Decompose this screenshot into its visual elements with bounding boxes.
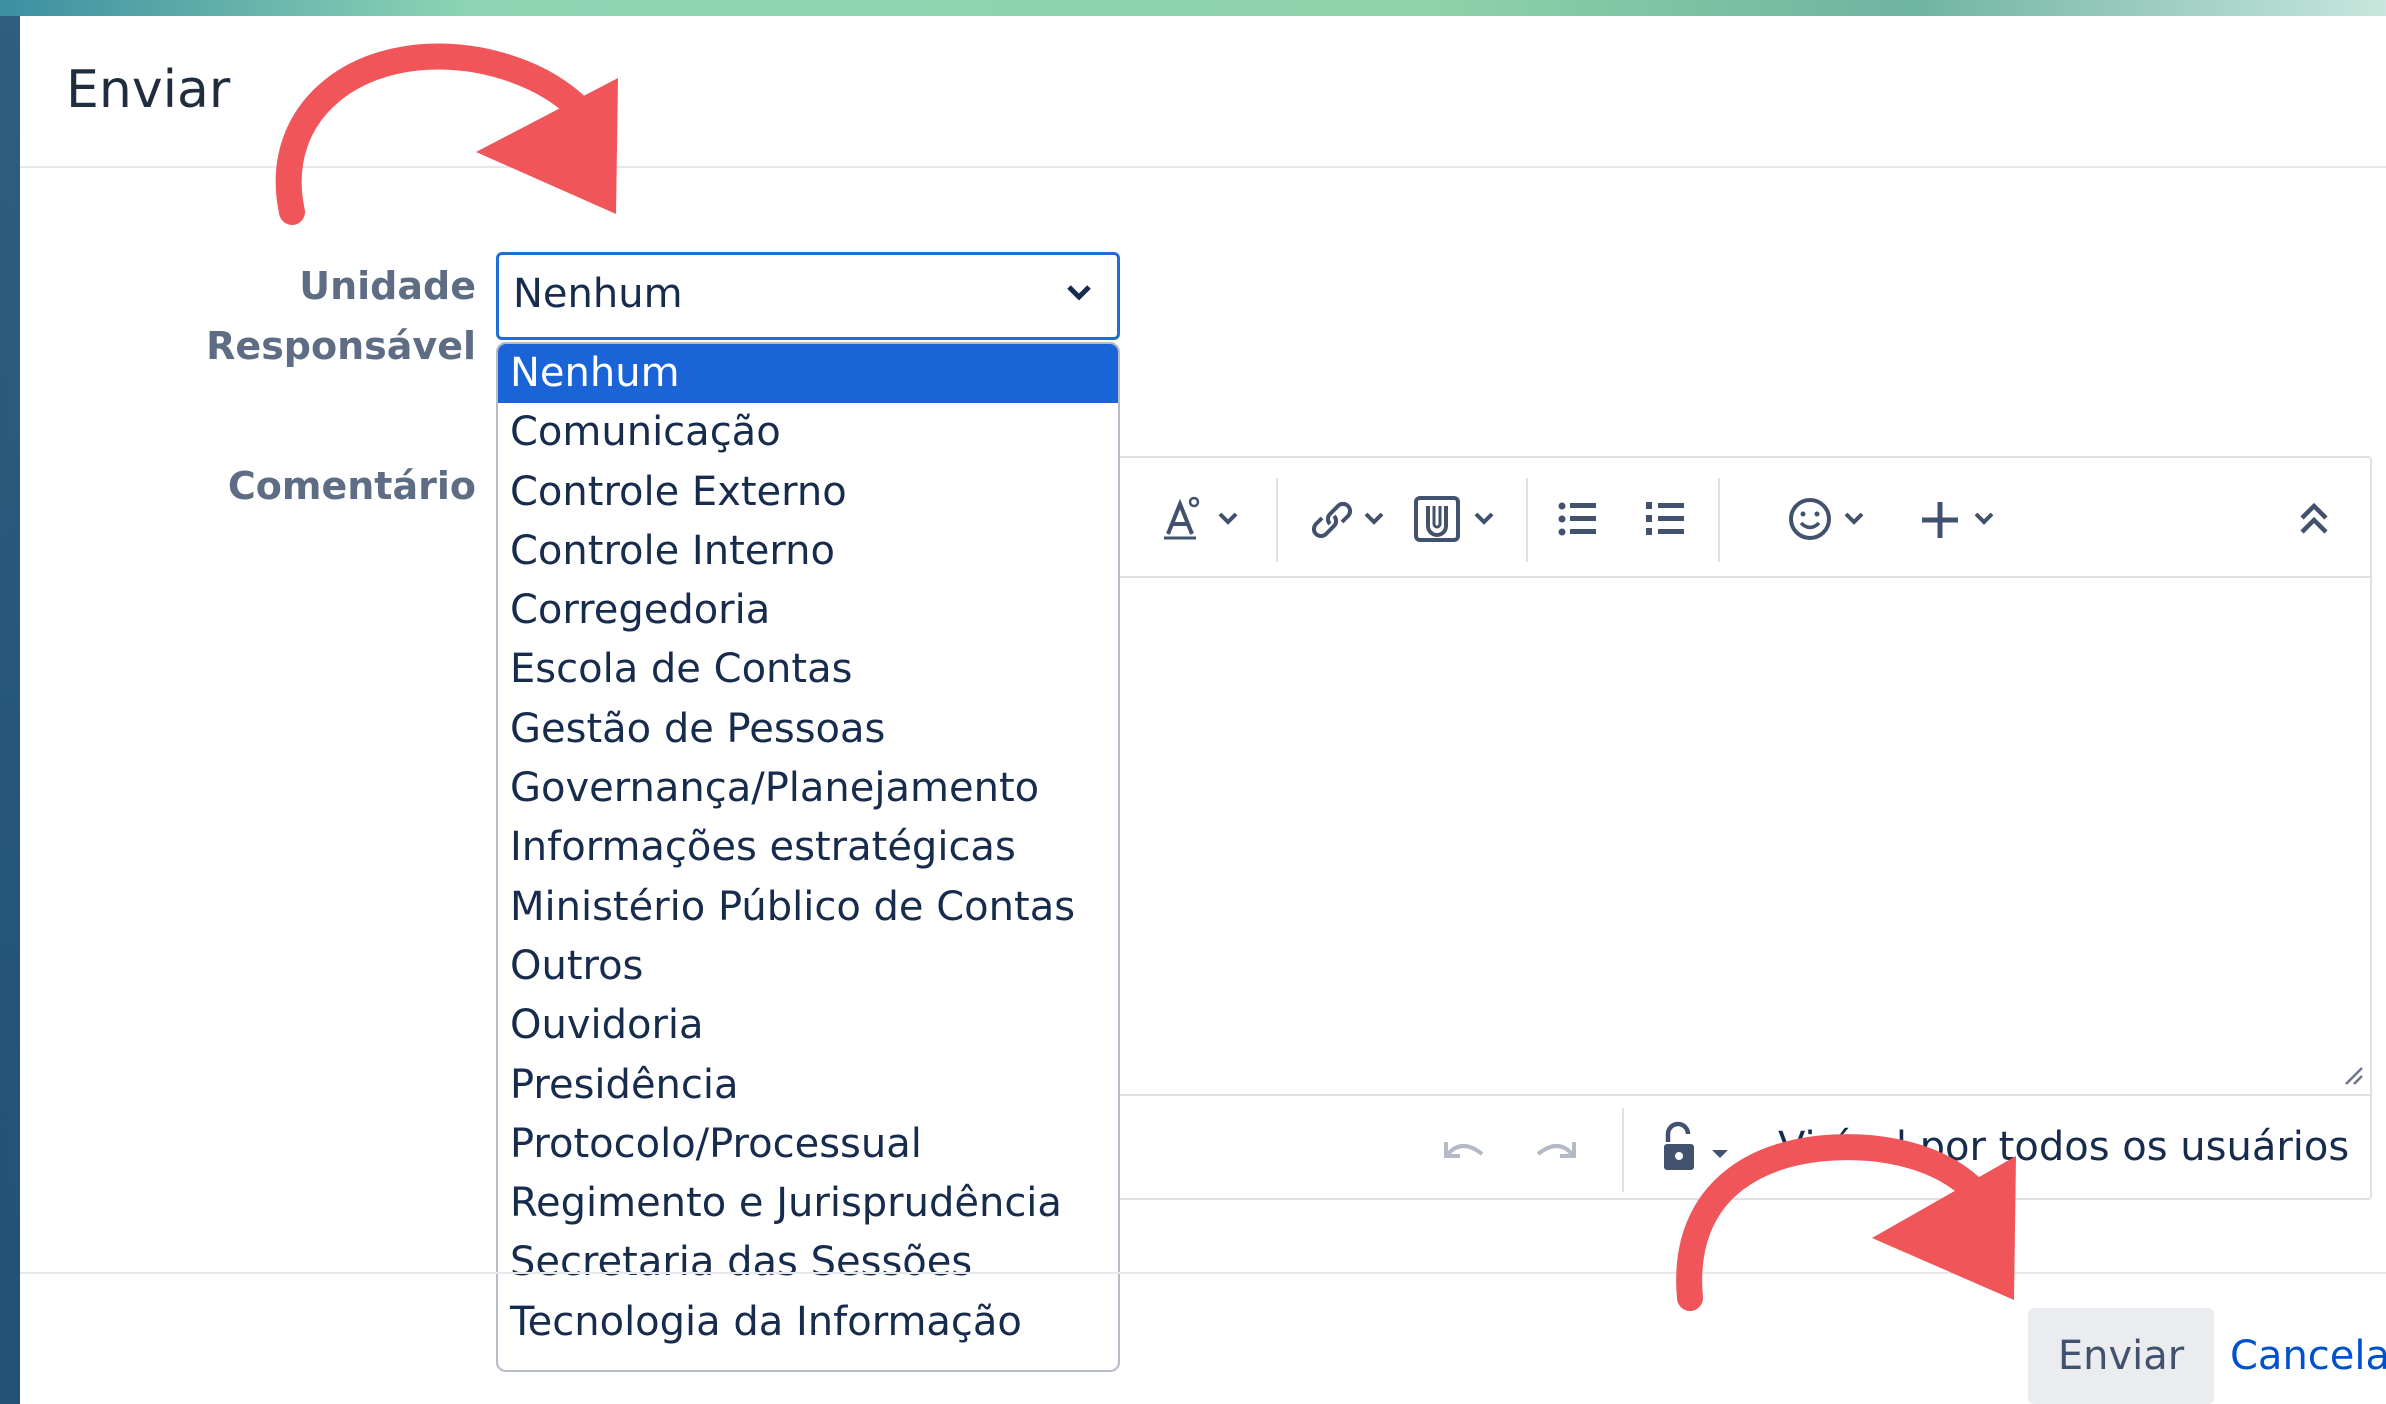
toolbar-separator: [1526, 478, 1528, 562]
attachment-icon[interactable]: [1412, 494, 1502, 544]
numbered-list-icon[interactable]: [1644, 494, 1688, 544]
text-style-icon[interactable]: [1162, 494, 1246, 544]
dialog-title: Enviar: [66, 60, 231, 120]
comment-textarea[interactable]: [1062, 578, 2370, 1094]
editor-footer: Visível por todos os usuários: [1062, 1094, 2370, 1202]
unit-option[interactable]: Outros: [498, 937, 1118, 996]
unit-option[interactable]: Gestão de Pessoas: [498, 700, 1118, 759]
dialog-header: Enviar: [20, 16, 2386, 168]
unit-label-line2: Responsável: [206, 324, 476, 368]
unit-option[interactable]: Governança/Planejamento: [498, 759, 1118, 818]
dialog-footer-divider: [20, 1272, 2386, 1274]
chevron-down-icon: [1059, 273, 1099, 313]
insert-plus-icon[interactable]: [1918, 494, 2008, 544]
unit-option[interactable]: Tecnologia da Informação: [498, 1293, 1118, 1352]
visibility-text: Visível por todos os usuários: [1778, 1124, 2350, 1170]
editor-toolbar: [1062, 458, 2370, 578]
toolbar-separator: [1718, 478, 1720, 562]
link-icon[interactable]: [1308, 494, 1392, 544]
unit-option[interactable]: Secretaria das Sessões: [498, 1233, 1118, 1292]
unit-option[interactable]: Protocolo/Processual: [498, 1115, 1118, 1174]
emoji-icon[interactable]: [1786, 494, 1876, 544]
unit-option[interactable]: Nenhum: [498, 344, 1118, 404]
unit-label-line1: Unidade: [299, 264, 476, 308]
footer-separator: [1622, 1108, 1624, 1192]
unit-option[interactable]: Controle Interno: [498, 522, 1118, 581]
comment-editor: Visível por todos os usuários: [1060, 456, 2372, 1200]
unit-option[interactable]: Controle Externo: [498, 463, 1118, 522]
redo-icon[interactable]: [1532, 1130, 1580, 1174]
unit-option[interactable]: Presidência: [498, 1056, 1118, 1115]
unit-option[interactable]: Corregedoria: [498, 581, 1118, 640]
unit-option[interactable]: Comunicação: [498, 403, 1118, 462]
unit-option[interactable]: Ouvidoria: [498, 996, 1118, 1055]
unit-option[interactable]: Ministério Público de Contas: [498, 878, 1118, 937]
collapse-toolbar-icon[interactable]: [2294, 494, 2334, 544]
unit-label: Unidade Responsável: [200, 256, 476, 376]
bullet-list-icon[interactable]: [1556, 494, 1600, 544]
unit-option[interactable]: Escola de Contas: [498, 640, 1118, 699]
unit-dropdown-list: Nenhum Comunicação Controle Externo Control…: [496, 342, 1120, 1372]
unit-option[interactable]: Informações estratégicas: [498, 818, 1118, 877]
submit-button[interactable]: Enviar: [2028, 1308, 2214, 1404]
toolbar-separator: [1276, 478, 1278, 562]
unit-select[interactable]: Nenhum: [496, 252, 1120, 340]
cancel-button[interactable]: Cancelar: [2230, 1308, 2386, 1404]
resize-handle-icon[interactable]: [2340, 1062, 2364, 1086]
unit-select-value: Nenhum: [513, 271, 683, 317]
unlock-icon[interactable]: [1658, 1120, 1738, 1180]
undo-icon[interactable]: [1440, 1130, 1488, 1174]
send-dialog: Enviar Unidade Responsável Comentário Vi…: [20, 16, 2386, 1404]
unit-option[interactable]: Regimento e Jurisprudência: [498, 1174, 1118, 1233]
background-banner: [0, 0, 2386, 16]
comment-label: Comentário: [227, 464, 476, 508]
